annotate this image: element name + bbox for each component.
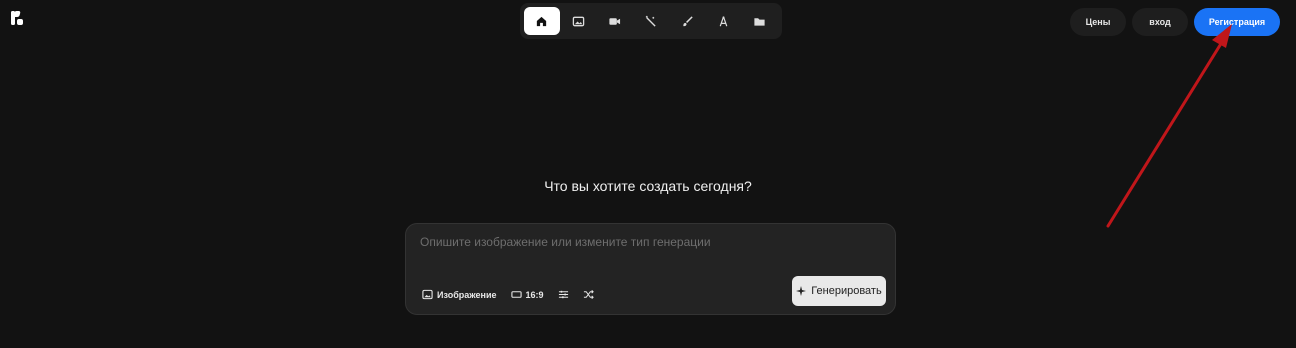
register-button[interactable]: Регистрация [1194,8,1280,36]
login-button[interactable]: вход [1132,8,1188,36]
generation-type-label: Изображение [437,289,497,300]
page: Цены вход Регистрация Что вы хотите созд… [0,0,1296,348]
shuffle-icon [583,290,594,299]
image-icon [572,16,584,26]
assets-button[interactable] [742,7,778,35]
magic-mode-button[interactable] [633,7,669,35]
compass-icon [719,15,728,26]
k-logo-icon[interactable] [10,10,24,26]
generate-button[interactable]: Генерировать [792,276,886,306]
prompt-panel: Изображение 16:9 [405,223,896,315]
aspect-ratio-selector[interactable]: 16:9 [510,289,544,300]
folder-icon [754,17,765,26]
image-icon [422,289,433,300]
mode-toolbar [520,3,782,39]
brush-icon [682,15,693,26]
generation-type-selector[interactable]: Изображение [422,289,497,300]
prompt-input[interactable] [418,234,882,250]
image-mode-button[interactable] [560,7,596,35]
video-icon [609,17,621,25]
vector-mode-button[interactable] [705,7,741,35]
aspect-ratio-icon [510,291,522,298]
aspect-ratio-label: 16:9 [525,289,544,300]
magic-wand-icon [646,15,656,27]
settings-button[interactable] [558,289,569,300]
home-button[interactable] [524,7,560,35]
home-icon [537,16,547,26]
prompt-options: Изображение 16:9 [422,289,594,300]
sliders-icon [558,290,568,299]
shuffle-button[interactable] [583,289,594,300]
auth-nav: Цены вход Регистрация [1070,8,1280,36]
generate-label: Генерировать [811,285,882,297]
video-mode-button[interactable] [597,7,633,35]
brush-mode-button[interactable] [669,7,705,35]
page-title: Что вы хотите создать сегодня? [544,178,752,194]
sparkle-icon [796,286,807,296]
prices-button[interactable]: Цены [1070,8,1126,36]
